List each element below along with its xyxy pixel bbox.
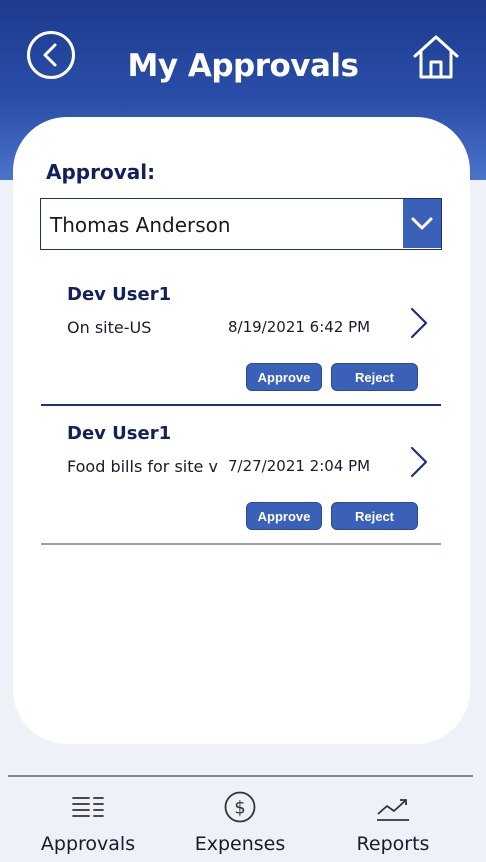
reject-button[interactable]: Reject [331,502,418,530]
nav-approvals-label: Approvals [40,833,136,855]
nav-expenses-label: Expenses [194,833,286,855]
nav-reports-label: Reports [356,833,430,855]
home-button[interactable] [412,34,460,80]
approver-selected-value: Thomas Anderson [50,213,231,237]
approve-button[interactable]: Approve [246,363,322,391]
trend-chart-icon [377,799,409,821]
nav-reports[interactable]: Reports [333,790,453,856]
item-description: Food bills for site visit [67,457,219,476]
item-requester-name: Dev User1 [67,284,172,305]
home-icon [413,35,459,79]
nav-expenses[interactable]: $ Expenses [180,790,300,856]
svg-text:$: $ [234,798,245,819]
chevron-right-icon[interactable] [409,307,429,339]
item-divider [41,404,441,406]
item-date: 7/27/2021 2:04 PM [228,457,371,475]
item-divider [41,543,441,545]
chevron-right-icon[interactable] [409,446,429,478]
item-date: 8/19/2021 6:42 PM [228,318,371,336]
item-description: On site-US [67,318,152,337]
nav-approvals[interactable]: Approvals [28,790,148,856]
approval-label: Approval: [46,160,156,184]
bottom-nav-divider [8,775,473,777]
list-icon [72,797,104,817]
dropdown-toggle[interactable] [403,199,441,248]
approval-item[interactable]: Dev User1 On site-US 8/19/2021 6:42 PM A… [41,268,441,406]
chevron-down-icon [411,217,433,229]
dollar-circle-icon: $ [224,791,256,823]
approver-dropdown[interactable]: Thomas Anderson [40,198,442,250]
reject-button[interactable]: Reject [331,363,418,391]
item-requester-name: Dev User1 [67,423,172,444]
approve-button[interactable]: Approve [246,502,322,530]
approval-item[interactable]: Dev User1 Food bills for site visit 7/27… [41,407,441,545]
